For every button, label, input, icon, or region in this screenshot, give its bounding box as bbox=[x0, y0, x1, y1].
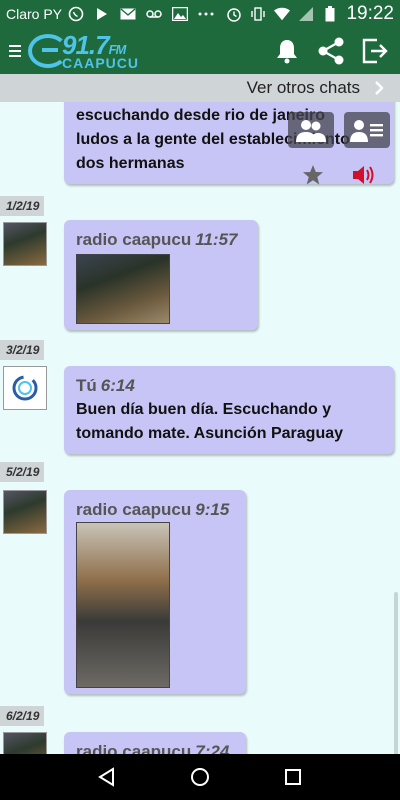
message-line: ludos a la gente del establecimiento bbox=[76, 131, 350, 148]
home-icon bbox=[190, 768, 209, 786]
user-list-icon bbox=[350, 120, 383, 142]
avatar[interactable] bbox=[3, 732, 47, 754]
logout-icon[interactable] bbox=[360, 36, 390, 66]
date-label: 1/2/19 bbox=[6, 199, 40, 213]
alarm-icon bbox=[226, 7, 242, 22]
carrier-name: Claro PY bbox=[6, 6, 63, 22]
message-sender: Tú bbox=[76, 376, 97, 395]
vibrate-icon bbox=[250, 7, 266, 21]
notification-icons bbox=[68, 6, 214, 22]
group-icon bbox=[296, 120, 326, 142]
avatar[interactable] bbox=[3, 222, 47, 266]
message-time: 6:14 bbox=[100, 376, 135, 395]
profile-ring-icon bbox=[12, 375, 38, 401]
voicemail-icon bbox=[146, 7, 162, 21]
chat-list[interactable]: escuchando desde rio de janeiro ludos a … bbox=[0, 102, 400, 754]
mail-icon bbox=[120, 7, 136, 21]
signal-icon bbox=[298, 7, 314, 21]
avatar[interactable] bbox=[3, 366, 47, 410]
whatsapp-icon bbox=[68, 6, 84, 22]
back-button[interactable] bbox=[92, 762, 122, 792]
status-bar: Claro PY 19:22 bbox=[0, 0, 400, 28]
message-time: 7:24 bbox=[195, 742, 230, 754]
battery-icon bbox=[322, 6, 338, 22]
scrollbar[interactable] bbox=[394, 592, 398, 754]
system-nav-bar bbox=[0, 754, 400, 800]
home-button[interactable] bbox=[185, 762, 215, 792]
photo-thumbnail[interactable] bbox=[76, 522, 170, 688]
recents-button[interactable] bbox=[278, 762, 308, 792]
play-icon bbox=[94, 7, 110, 21]
recents-icon bbox=[285, 769, 302, 785]
station-logo: 91.7FM CAAPUCU bbox=[28, 28, 139, 74]
date-label: 6/2/19 bbox=[6, 709, 40, 723]
message-line: escuchando desde rio de janeiro bbox=[76, 107, 325, 124]
logo-city: CAAPUCU bbox=[62, 55, 139, 71]
image-icon bbox=[172, 7, 189, 21]
user-list-button[interactable] bbox=[344, 112, 390, 148]
app-bar: 91.7FM CAAPUCU bbox=[0, 28, 400, 74]
speaker-icon[interactable] bbox=[352, 164, 376, 186]
wifi-icon bbox=[274, 7, 291, 21]
chevron-right-icon bbox=[375, 81, 384, 95]
group-users-button[interactable] bbox=[288, 112, 334, 148]
back-icon bbox=[97, 767, 114, 787]
date-label: 5/2/19 bbox=[6, 465, 40, 479]
logo-mark bbox=[28, 34, 68, 68]
message-sender: radio caapucu bbox=[76, 500, 192, 519]
message-bubble: Tú 6:14 Buen día buen día. Escuchando y t… bbox=[64, 366, 394, 454]
share-icon[interactable] bbox=[316, 36, 346, 66]
avatar[interactable] bbox=[3, 490, 47, 534]
message-time: 9:15 bbox=[195, 500, 230, 519]
menu-button[interactable] bbox=[4, 28, 26, 74]
other-chats-banner[interactable]: Ver otros chats bbox=[0, 74, 400, 102]
date-label: 3/2/19 bbox=[6, 343, 40, 357]
message-text: Buen día buen día. Escuchando y tomando … bbox=[76, 401, 344, 442]
star-icon[interactable] bbox=[302, 164, 324, 186]
more-icon bbox=[198, 7, 214, 21]
bell-icon[interactable] bbox=[272, 36, 302, 66]
other-chats-label: Ver otros chats bbox=[246, 78, 360, 97]
message-sender: radio caapucu bbox=[76, 230, 192, 249]
message-line: dos hermanas bbox=[76, 155, 185, 172]
message-bubble: radio caapucu 7:24 bbox=[64, 732, 246, 754]
message-sender: radio caapucu bbox=[76, 742, 192, 754]
clock: 19:22 bbox=[346, 3, 394, 24]
message-time: 11:57 bbox=[195, 230, 238, 249]
photo-thumbnail[interactable] bbox=[76, 254, 170, 324]
